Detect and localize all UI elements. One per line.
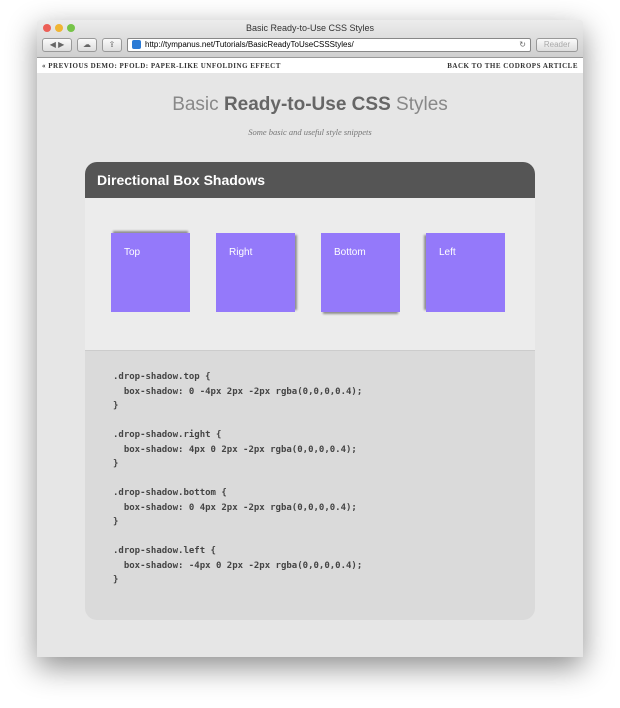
- back-to-article-link[interactable]: BACK TO THE CODROPS ARTICLE: [447, 62, 578, 70]
- browser-window: Basic Ready-to-Use CSS Styles ◀ ▶ ☁ ⇪ ht…: [37, 20, 583, 657]
- address-bar[interactable]: http://tympanus.net/Tutorials/BasicReady…: [127, 37, 531, 52]
- site-favicon-icon: [132, 40, 141, 49]
- previous-demo-link[interactable]: « PREVIOUS DEMO: PFOLD: PAPER-LIKE UNFOL…: [42, 62, 281, 70]
- shadow-box-left: Left: [426, 233, 505, 312]
- back-forward-buttons[interactable]: ◀ ▶: [42, 37, 72, 52]
- share-icon[interactable]: ⇪: [102, 37, 122, 52]
- page-content: Basic Ready-to-Use CSS Styles Some basic…: [37, 73, 583, 657]
- shadow-box-bottom: Bottom: [321, 233, 400, 312]
- demo-nav: « PREVIOUS DEMO: PFOLD: PAPER-LIKE UNFOL…: [37, 58, 583, 74]
- code-snippet: .drop-shadow.top { box-shadow: 0 -4px 2p…: [85, 350, 535, 620]
- demo-area: Top Right Bottom Left: [85, 198, 535, 350]
- panel-title: Directional Box Shadows: [85, 162, 535, 198]
- box-shadows-panel: Directional Box Shadows Top Right Bottom…: [85, 162, 535, 620]
- reload-icon[interactable]: ↻: [519, 40, 526, 49]
- reader-button[interactable]: Reader: [536, 37, 578, 52]
- page-subtitle: Some basic and useful style snippets: [248, 127, 372, 137]
- icloud-icon[interactable]: ☁: [77, 37, 97, 52]
- window-title: Basic Ready-to-Use CSS Styles: [245, 23, 375, 33]
- shadow-box-right: Right: [216, 233, 295, 312]
- url-text: http://tympanus.net/Tutorials/BasicReady…: [145, 40, 354, 49]
- title-bar: Basic Ready-to-Use CSS Styles ◀ ▶ ☁ ⇪ ht…: [37, 20, 583, 58]
- page-title: Basic Ready-to-Use CSS Styles: [172, 94, 448, 115]
- shadow-box-top: Top: [111, 233, 190, 312]
